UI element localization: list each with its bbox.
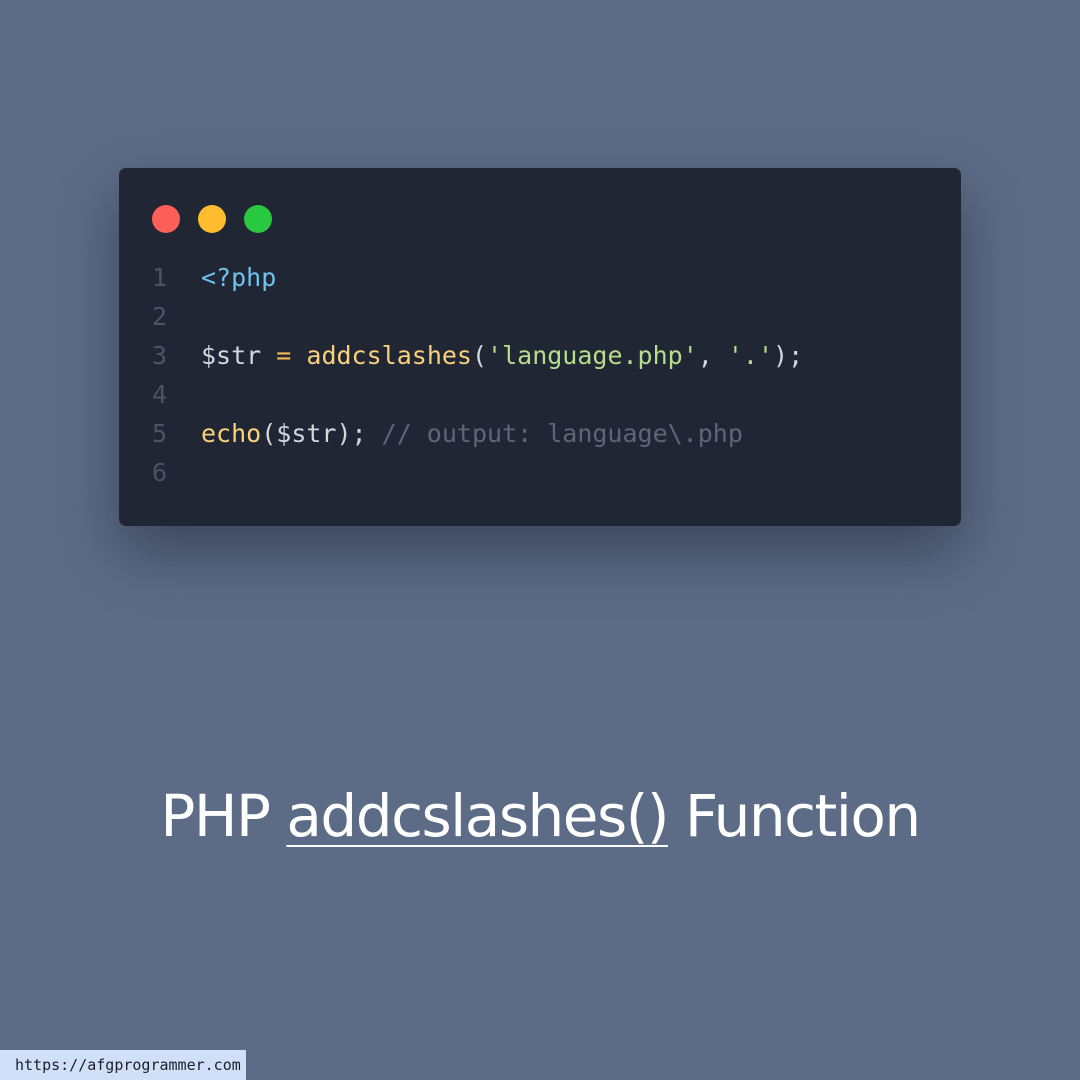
code-token-comment: // output: language\.php — [381, 419, 743, 448]
line-source: $str = addcslashes('language.php', '.'); — [201, 336, 803, 375]
code-token-punc: ( — [261, 419, 277, 448]
line-number: 5 — [152, 419, 168, 448]
code-token-str: 'language.php' — [487, 341, 698, 370]
website-url: https://afgprogrammer.com — [0, 1050, 246, 1080]
maximize-dot-icon — [244, 205, 272, 233]
caption-suffix: Function — [667, 782, 921, 850]
code-token-punc: ( — [471, 341, 488, 370]
code-token-var: $str — [201, 341, 262, 370]
line-number: 4 — [152, 380, 168, 409]
code-token-punc — [261, 341, 276, 370]
caption-prefix: PHP — [160, 782, 287, 850]
code-token-punc: , — [697, 341, 728, 370]
code-token-punc: ); — [336, 419, 382, 448]
caption-function-name: addcslashes() — [286, 782, 669, 850]
line-number: 3 — [152, 341, 168, 370]
line-number: 2 — [152, 302, 168, 331]
code-token-tag: <?php — [201, 263, 277, 292]
minimize-dot-icon — [198, 205, 226, 233]
code-token-str: '.' — [727, 341, 774, 370]
code-token-punc: ); — [773, 341, 804, 370]
code-token-op: = — [276, 341, 292, 370]
code-window: 1 <?php 2 3 $str = addcslashes('language.php… — [119, 168, 961, 526]
code-token-fn: echo — [201, 419, 262, 448]
line-source: echo($str); // output: language\.php — [201, 414, 743, 453]
line-number: 1 — [152, 263, 168, 292]
close-dot-icon — [152, 205, 180, 233]
code-token-punc — [291, 341, 306, 370]
code-token-var: $str — [276, 419, 337, 448]
caption-title: PHP addcslashes() Function — [0, 778, 1080, 854]
window-controls — [152, 205, 272, 233]
code-token-fn: addcslashes — [306, 341, 472, 370]
line-source: <?php — [201, 258, 276, 297]
line-number: 6 — [152, 458, 168, 487]
